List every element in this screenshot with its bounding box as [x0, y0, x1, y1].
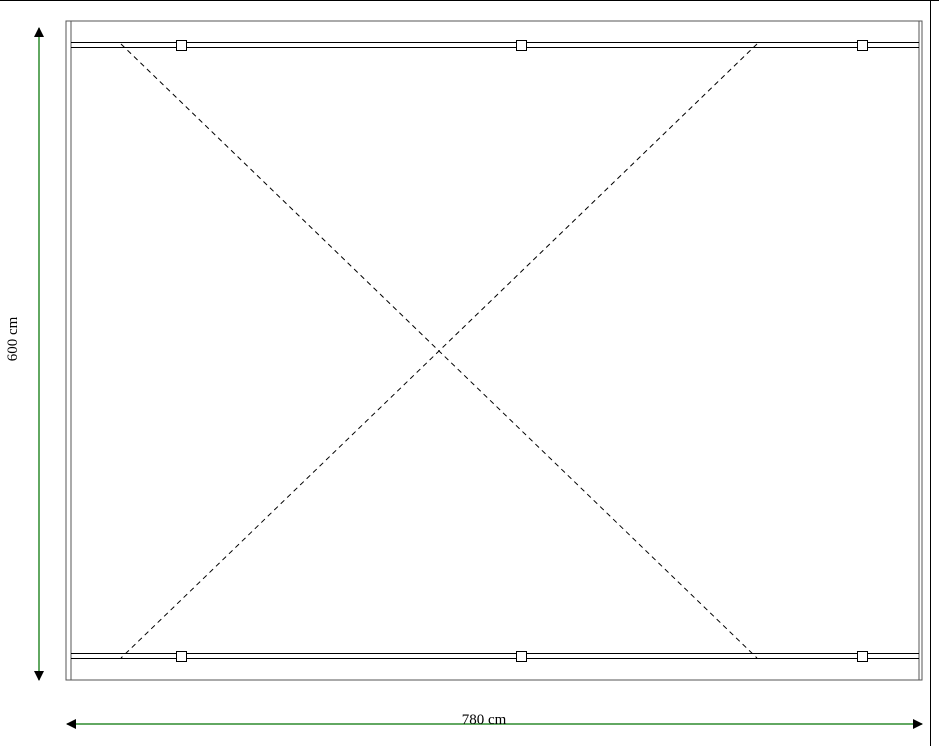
bottom-beam [71, 653, 919, 659]
post-top-left [176, 40, 187, 51]
post-bottom-middle [516, 651, 527, 662]
post-bottom-right [857, 651, 868, 662]
top-beam [71, 42, 919, 48]
floor-outline-outer [65, 20, 923, 681]
width-dimension-label: 780 cm [462, 712, 507, 728]
post-top-right [857, 40, 868, 51]
floor-plan-drawing: 600 cm 780 cm [5, 20, 923, 729]
floor-outline-inner [70, 20, 920, 681]
post-bottom-left [176, 651, 187, 662]
post-top-middle [516, 40, 527, 51]
height-dimension-label: 600 cm [5, 316, 21, 361]
